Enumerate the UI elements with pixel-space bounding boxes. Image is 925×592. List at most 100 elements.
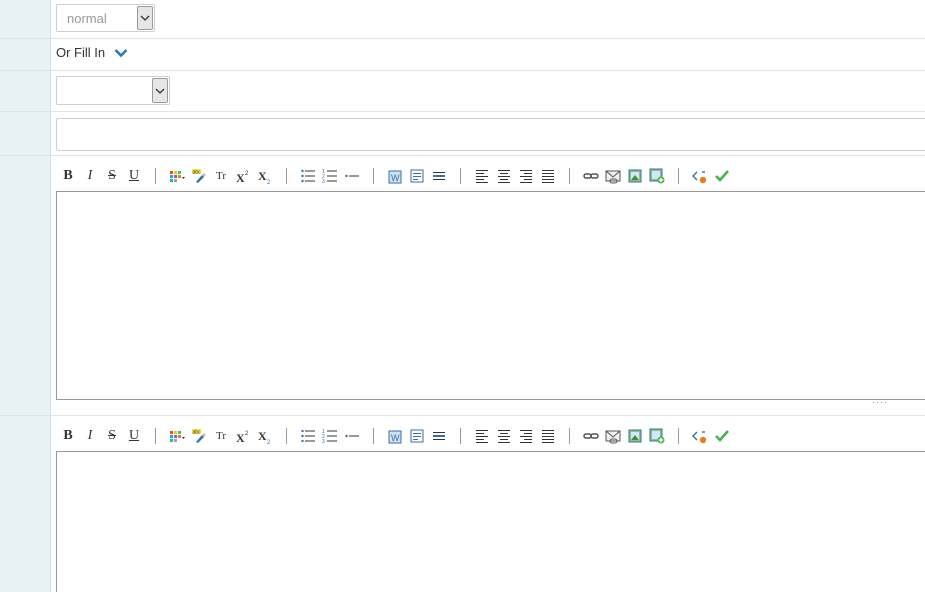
bullet-list-icon[interactable] [297,165,319,187]
resize-grip-icon[interactable] [871,399,891,405]
insert-image-icon[interactable] [646,425,668,447]
rich-text-editor[interactable] [56,451,925,592]
row-label-cell [0,416,51,592]
row-value-cell [51,71,925,111]
align-justify-icon[interactable] [537,425,559,447]
paste-word-icon[interactable]: W [384,165,406,187]
form-row-text [0,112,925,156]
paste-word-icon[interactable]: W [384,425,406,447]
email-link-icon[interactable] [602,165,624,187]
paste-text-icon[interactable] [406,165,428,187]
paste-text-icon[interactable] [406,425,428,447]
image-icon[interactable] [624,165,646,187]
toolbar-separator [460,428,461,444]
align-center-icon[interactable] [493,165,515,187]
toolbar-separator [373,428,374,444]
strikethrough-button[interactable]: S [101,425,123,447]
underline-button[interactable]: U [123,425,145,447]
bullet-list-icon[interactable] [297,425,319,447]
align-left-icon[interactable] [471,165,493,187]
align-right-icon[interactable] [515,165,537,187]
toolbar-separator [155,428,156,444]
svg-text:X: X [258,429,267,443]
email-link-icon[interactable] [602,425,624,447]
row-label-cell [0,71,51,111]
row-label-cell [0,156,51,415]
form-page: normal Or Fill In B I S U abc Tr X 2 X 2… [0,0,925,592]
superscript-icon[interactable]: X2 [232,425,254,447]
form-row-editor-1: B I S U abc Tr X2 X2 123 W [0,156,925,416]
size-select[interactable]: normal [56,4,155,32]
svg-text:X: X [236,431,245,444]
numbered-list-icon[interactable]: 123 [319,425,341,447]
chevron-down-icon[interactable] [137,6,153,30]
editor-toolbar: B I S U abc Tr X2 X2 123 W [57,165,733,187]
superscript-icon[interactable]: X2 [232,165,254,187]
strikethrough-button[interactable]: S [101,165,123,187]
fill-in-label: Or Fill In [56,45,106,60]
subscript-icon[interactable]: X2 [254,165,276,187]
bold-button[interactable]: B [57,165,79,187]
align-left-icon[interactable] [471,425,493,447]
link-icon[interactable] [580,165,602,187]
rich-text-editor[interactable] [56,191,925,400]
row-label-cell [0,0,51,38]
text-field[interactable] [56,118,925,151]
source-code-icon[interactable] [689,165,711,187]
subscript-icon[interactable]: X2 [254,425,276,447]
form-row-editor-2: B I S U abc Tr X2 X2 123 W [0,416,925,592]
toolbar-separator [678,428,679,444]
horizontal-rule-icon[interactable] [341,425,363,447]
toolbar-separator [678,168,679,184]
svg-text:3: 3 [322,179,325,184]
link-icon[interactable] [580,425,602,447]
svg-text:2: 2 [267,180,271,184]
toolbar-separator [569,168,570,184]
chevron-down-icon[interactable] [114,48,128,58]
toolbar-separator [460,168,461,184]
font-size-button[interactable]: Tr [210,165,232,187]
svg-text:3: 3 [322,439,325,444]
svg-text:2: 2 [245,431,249,437]
row-value-cell [51,112,925,155]
highlight-icon[interactable]: abc [188,425,210,447]
image-icon[interactable] [624,425,646,447]
horizontal-line-icon[interactable] [428,165,450,187]
bold-button[interactable]: B [57,425,79,447]
font-size-button[interactable]: Tr [210,425,232,447]
form-row-size: normal [0,0,925,39]
svg-text:X: X [258,169,267,183]
horizontal-line-icon[interactable] [428,425,450,447]
align-center-icon[interactable] [493,425,515,447]
italic-button[interactable]: I [79,425,101,447]
svg-text:W: W [391,433,400,443]
fill-in-toggle[interactable]: Or Fill In [56,45,128,60]
italic-button[interactable]: I [79,165,101,187]
category-select[interactable] [56,76,170,105]
toolbar-separator [569,428,570,444]
toolbar-separator [155,168,156,184]
row-value-cell: B I S U abc Tr X2 X2 123 W [51,416,925,592]
toolbar-separator [286,168,287,184]
svg-text:W: W [391,173,400,183]
svg-text:X: X [236,171,245,184]
horizontal-rule-icon[interactable] [341,165,363,187]
toolbar-separator [373,168,374,184]
check-icon[interactable] [711,425,733,447]
insert-image-icon[interactable] [646,165,668,187]
underline-button[interactable]: U [123,165,145,187]
svg-text:abc: abc [193,170,202,176]
form-row-select [0,71,925,112]
toolbar-separator [286,428,287,444]
text-color-icon[interactable] [166,165,188,187]
align-right-icon[interactable] [515,425,537,447]
highlight-icon[interactable]: abc [188,165,210,187]
form-row-fill-in: Or Fill In [0,39,925,71]
source-code-icon[interactable] [689,425,711,447]
numbered-list-icon[interactable]: 123 [319,165,341,187]
svg-text:abc: abc [193,430,202,436]
check-icon[interactable] [711,165,733,187]
text-color-icon[interactable] [166,425,188,447]
chevron-down-icon[interactable] [152,78,168,103]
align-justify-icon[interactable] [537,165,559,187]
